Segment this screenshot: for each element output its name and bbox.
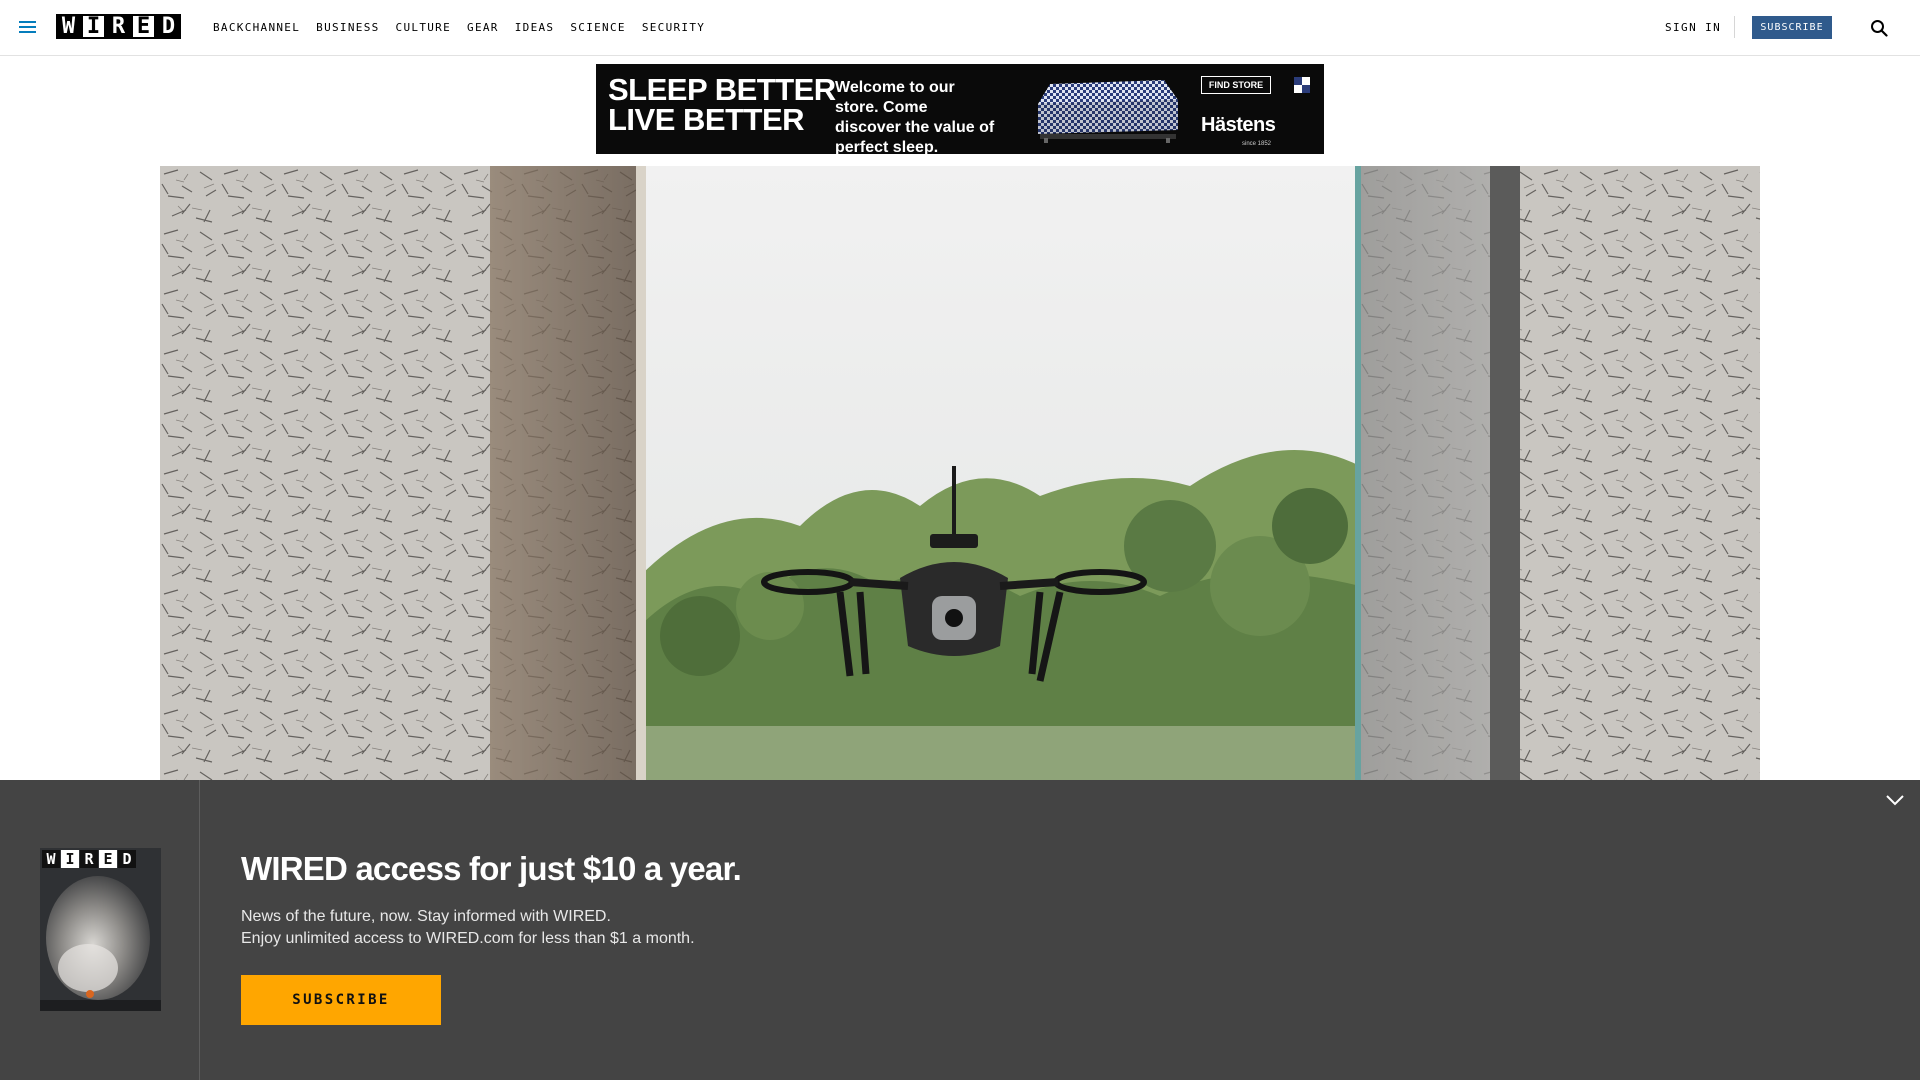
cover-logo-letter: E: [99, 850, 117, 868]
ad-headline: SLEEP BETTER LIVE BETTER: [608, 72, 836, 137]
hamburger-menu-icon[interactable]: [19, 21, 36, 35]
check-pattern-icon: [1294, 77, 1310, 93]
nav-link-gear[interactable]: GEAR: [467, 21, 499, 35]
hero-image: [160, 166, 1760, 780]
cover-logo-letter: W: [42, 850, 60, 868]
ad-brand-name: Hästens: [1201, 114, 1276, 136]
header-subscribe-button[interactable]: SUBSCRIBE: [1752, 16, 1832, 39]
paywall-description-line: Enjoy unlimited access to WIRED.com for …: [241, 930, 695, 947]
ad-headline-line: SLEEP BETTER: [608, 72, 836, 107]
logo-letter: R: [106, 14, 131, 39]
nav-link-business[interactable]: BUSINESS: [316, 21, 379, 35]
nav-link-security[interactable]: SECURITY: [642, 21, 705, 35]
nav-link-ideas[interactable]: IDEAS: [515, 21, 555, 35]
sign-in-link[interactable]: SIGN IN: [1665, 21, 1721, 35]
chevron-down-icon[interactable]: [1884, 792, 1906, 808]
logo-letter: E: [131, 14, 156, 39]
cover-wired-logo: W I R E D: [42, 850, 136, 868]
logo-letter: D: [156, 14, 181, 39]
nav-link-backchannel[interactable]: BACKCHANNEL: [213, 21, 300, 35]
drone-photo: [160, 166, 1760, 780]
paywall-cover-column: W I R E D: [0, 780, 200, 1080]
nav-divider: [1734, 16, 1735, 38]
logo-letter: I: [81, 14, 106, 39]
top-navigation-bar: W I R E D BACKCHANNEL BUSINESS CULTURE G…: [0, 0, 1920, 56]
advertisement-banner[interactable]: SLEEP BETTER LIVE BETTER Welcome to our …: [596, 64, 1324, 154]
find-store-button[interactable]: FIND STORE: [1201, 76, 1271, 94]
magazine-cover-art: [40, 848, 161, 1011]
wired-logo[interactable]: W I R E D: [56, 14, 181, 39]
ad-headline-line: LIVE BETTER: [608, 102, 805, 137]
subscription-paywall: W I R E D WIRED access for just $10 a ye…: [0, 780, 1920, 1080]
mattress-image: [1038, 80, 1178, 143]
cover-logo-letter: R: [80, 850, 98, 868]
magazine-cover-image: W I R E D: [40, 848, 161, 1011]
search-icon[interactable]: [1870, 19, 1888, 37]
ad-body-text: Welcome to our store. Come discover the …: [835, 79, 995, 154]
ad-brand-since: since 1852: [1242, 141, 1272, 147]
cover-logo-letter: I: [61, 850, 79, 868]
paywall-subscribe-button[interactable]: SUBSCRIBE: [241, 975, 441, 1025]
cover-logo-letter: D: [118, 850, 136, 868]
paywall-description-line: News of the future, now. Stay informed w…: [241, 908, 611, 925]
nav-link-culture[interactable]: CULTURE: [396, 21, 451, 35]
logo-letter: W: [56, 14, 81, 39]
nav-link-science[interactable]: SCIENCE: [570, 21, 625, 35]
paywall-title: WIRED access for just $10 a year.: [241, 850, 742, 887]
section-nav: BACKCHANNEL BUSINESS CULTURE GEAR IDEAS …: [213, 21, 721, 35]
